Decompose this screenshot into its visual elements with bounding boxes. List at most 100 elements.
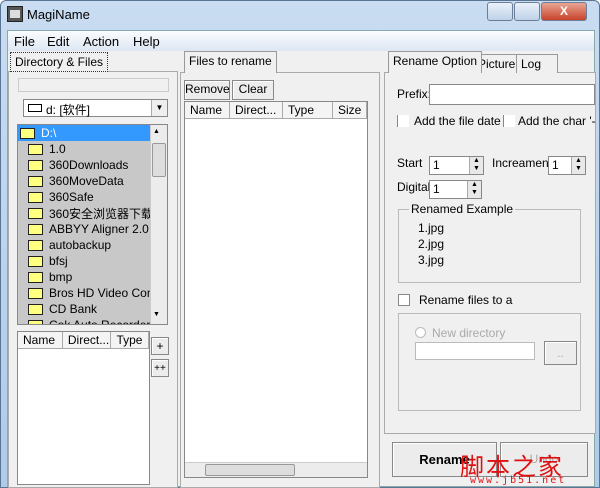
folder-label: Cok Auto Recorder: [49, 318, 151, 325]
chevron-down-icon[interactable]: ▼: [151, 100, 167, 116]
column-directory[interactable]: Direct...: [63, 332, 112, 348]
directory-group: New directory ..: [398, 313, 581, 411]
browse-button[interactable]: ..: [544, 341, 577, 365]
tree-folder[interactable]: ABBYY Aligner 2.0: [18, 221, 167, 237]
menu-help[interactable]: Help: [133, 34, 160, 49]
drive-icon: [28, 104, 42, 112]
example-item: 3.jpg: [418, 253, 445, 267]
column-type[interactable]: Type: [111, 332, 149, 348]
folder-icon: [28, 255, 43, 267]
tree-folder[interactable]: Cok Auto Recorder: [18, 317, 167, 325]
add-all-button[interactable]: ++: [151, 359, 169, 377]
add-date-checkbox[interactable]: [397, 115, 409, 127]
folder-icon: [28, 223, 43, 235]
example-title: Renamed Example: [409, 202, 516, 216]
tab-rename-option[interactable]: Rename Option: [388, 51, 483, 73]
folder-icon: [28, 191, 43, 203]
add-date-label: Add the file date: [414, 114, 501, 128]
digital-spinner[interactable]: 1 ▲ ▼: [429, 180, 482, 199]
scroll-thumb[interactable]: [152, 143, 166, 177]
tree-folder[interactable]: autobackup: [18, 237, 167, 253]
tree-scrollbar[interactable]: ▲ ▼: [150, 125, 167, 324]
prefix-input[interactable]: [429, 84, 595, 105]
minimize-button[interactable]: [487, 2, 513, 21]
menu-bar: File Edit Action Help: [8, 31, 594, 51]
folder-label: 360Safe: [49, 190, 94, 204]
start-value: 1: [433, 158, 440, 172]
prefix-label: Prefix:: [397, 87, 432, 101]
selected-files-list[interactable]: Name Direct... Type: [17, 331, 150, 485]
drive-value: d: [软件]: [46, 103, 91, 117]
folder-label: Bros HD Video Conve: [49, 286, 167, 300]
spinner-arrows-icon[interactable]: ▲ ▼: [469, 157, 483, 174]
add-button[interactable]: +: [151, 337, 169, 355]
open-folder-icon: [20, 127, 35, 139]
horizontal-scrollbar[interactable]: [185, 462, 367, 477]
rename-files-list[interactable]: Name Direct... Type Size: [184, 101, 368, 478]
tree-folder[interactable]: bfsj: [18, 253, 167, 269]
column-type[interactable]: Type: [283, 102, 333, 118]
tree-folder[interactable]: 360安全浏览器下载: [18, 205, 167, 221]
tab-directory-files[interactable]: Directory & Files: [10, 52, 109, 72]
drive-select[interactable]: d: [软件] ▼: [23, 99, 168, 117]
folder-icon: [28, 319, 43, 324]
tree-folder[interactable]: bmp: [18, 269, 167, 285]
start-label: Start: [397, 156, 423, 170]
folder-label: 1.0: [49, 142, 66, 156]
column-size[interactable]: Size: [333, 102, 367, 118]
add-char-label: Add the char '-: [518, 114, 596, 128]
folder-icon: [28, 159, 43, 171]
tree-folder[interactable]: 360Downloads: [18, 157, 167, 173]
tree-folder[interactable]: 360MoveData: [18, 173, 167, 189]
folder-label: bmp: [49, 270, 73, 284]
maximize-button[interactable]: [514, 2, 540, 21]
menu-file[interactable]: File: [14, 34, 35, 49]
app-icon: [7, 6, 23, 22]
increment-label: Increament: [492, 156, 553, 170]
increment-value: 1: [552, 158, 559, 172]
tree-folder[interactable]: 1.0: [18, 141, 167, 157]
rename-to-checkbox[interactable]: [398, 294, 410, 306]
directory-input[interactable]: [415, 342, 535, 360]
tree-folder[interactable]: CD Bank: [18, 301, 167, 317]
folder-label: 360MoveData: [49, 174, 124, 188]
tree-root[interactable]: D:\: [18, 125, 150, 141]
list-header: Name Direct... Type: [18, 332, 149, 349]
scroll-down-icon[interactable]: ▼: [153, 311, 160, 318]
close-button[interactable]: X: [541, 2, 587, 21]
example-item: 1.jpg: [418, 221, 445, 235]
tab-log[interactable]: Log: [516, 54, 558, 73]
rename-option-panel: Prefix: Add the file date Add the char '…: [384, 72, 596, 434]
add-char-checkbox[interactable]: [503, 115, 515, 127]
clear-button[interactable]: Clear: [232, 80, 274, 100]
renamed-example-group: Renamed Example 1.jpg 2.jpg 3.jpg: [398, 202, 581, 283]
scroll-thumb[interactable]: [205, 464, 295, 476]
folder-icon: [28, 271, 43, 283]
column-name[interactable]: Name: [18, 332, 63, 348]
menu-edit[interactable]: Edit: [47, 34, 69, 49]
column-directory[interactable]: Direct...: [230, 102, 283, 118]
folder-label: bfsj: [49, 254, 68, 268]
scroll-up-icon[interactable]: ▲: [153, 128, 160, 135]
folder-label: 360Downloads: [49, 158, 129, 172]
remove-button[interactable]: Remove: [184, 80, 230, 100]
menu-action[interactable]: Action: [83, 34, 119, 49]
column-name[interactable]: Name: [185, 102, 230, 118]
new-directory-radio[interactable]: [415, 327, 426, 338]
spinner-arrows-icon[interactable]: ▲ ▼: [467, 181, 481, 198]
spinner-arrows-icon[interactable]: ▲ ▼: [571, 157, 585, 174]
start-spinner[interactable]: 1 ▲ ▼: [429, 156, 484, 175]
folder-label: ABBYY Aligner 2.0: [49, 222, 149, 236]
digital-value: 1: [433, 182, 440, 196]
tree-folder[interactable]: 360Safe: [18, 189, 167, 205]
tab-files-to-rename[interactable]: Files to rename: [184, 51, 277, 73]
folder-icon: [28, 239, 43, 251]
tree-folder[interactable]: Bros HD Video Conve: [18, 285, 167, 301]
new-directory-label: New directory: [432, 326, 506, 340]
folder-label: D:\: [41, 126, 57, 140]
digital-label: Digital: [397, 180, 431, 194]
folder-icon: [28, 143, 43, 155]
folder-tree[interactable]: D:\ 1.0 360Downloads 360MoveData 360Safe 360安…: [17, 124, 168, 325]
app-window: MagiName X File Edit Action Help d: [软件]…: [0, 0, 600, 488]
increment-spinner[interactable]: 1 ▲ ▼: [548, 156, 586, 175]
